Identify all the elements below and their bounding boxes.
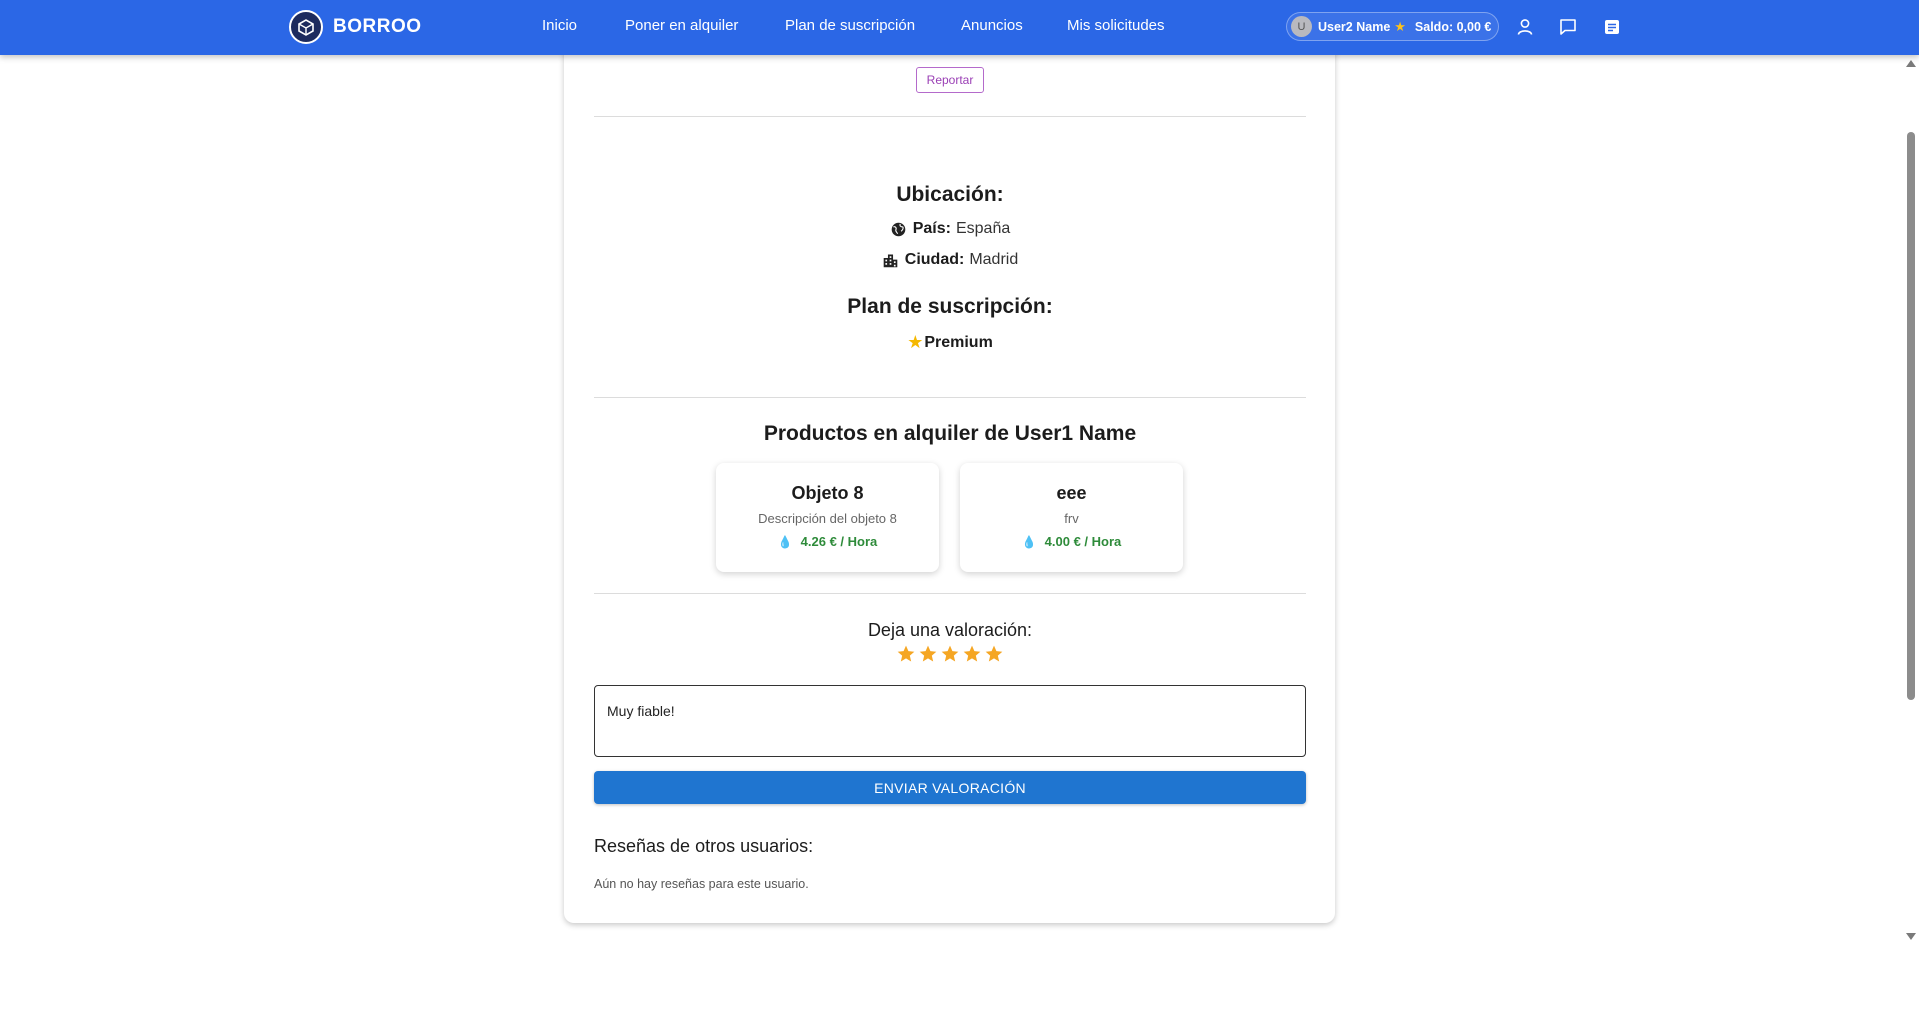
product-description: frv	[1064, 511, 1079, 526]
country-label: País:	[912, 220, 951, 237]
nav-plan-de-suscripcion[interactable]: Plan de suscripción	[785, 17, 915, 34]
star-rating[interactable]	[594, 644, 1306, 669]
nav-poner-en-alquiler[interactable]: Poner en alquiler	[625, 17, 738, 34]
product-price-row: 💧 4.00 € / Hora	[960, 534, 1183, 549]
price-drop-icon: 💧	[777, 534, 793, 549]
rating-heading: Deja una valoración:	[867, 620, 1033, 640]
review-comment-input[interactable]: Muy fiable!	[594, 685, 1306, 757]
country-row: País: España	[594, 220, 1306, 238]
product-price: 4.26 € / Hora	[800, 534, 878, 549]
city-value: Madrid	[969, 251, 1019, 268]
balance-text: Saldo: 0,00 €	[1414, 19, 1492, 34]
reviews-heading: Reseñas de otros usuarios:	[594, 836, 814, 856]
reviews-empty-text: Aún no hay reseñas para este usuario.	[594, 877, 809, 891]
divider	[594, 397, 1306, 398]
scroll-up-arrow-icon[interactable]	[1906, 60, 1916, 67]
chat-icon[interactable]	[1555, 14, 1581, 40]
product-card[interactable]: eee frv 💧 4.00 € / Hora	[960, 463, 1183, 572]
product-price-row: 💧 4.26 € / Hora	[716, 534, 939, 549]
products-heading: Productos en alquiler de User1 Name	[763, 422, 1137, 445]
subscription-heading: Plan de suscripción:	[847, 295, 1053, 318]
nav-mis-solicitudes[interactable]: Mis solicitudes	[1067, 17, 1165, 34]
product-card[interactable]: Objeto 8 Descripción del objeto 8 💧 4.26…	[716, 463, 939, 572]
globe-icon	[891, 222, 906, 236]
divider	[594, 593, 1306, 594]
star-icon[interactable]	[984, 644, 1004, 669]
scroll-down-arrow-icon[interactable]	[1906, 933, 1916, 940]
nav-anuncios[interactable]: Anuncios	[961, 17, 1023, 34]
price-drop-icon: 💧	[1021, 534, 1037, 549]
top-navbar: BORROO Inicio Poner en alquiler Plan de …	[0, 0, 1919, 55]
user-balance-pill[interactable]: U User2 Name ★ Saldo: 0,00 €	[1286, 12, 1499, 41]
star-icon[interactable]	[896, 644, 916, 669]
subscription-plan: Premium	[924, 333, 993, 351]
subscription-plan-row: ★ Premium	[594, 332, 1306, 353]
star-icon[interactable]	[918, 644, 938, 669]
country-value: España	[955, 220, 1011, 237]
star-icon[interactable]	[962, 644, 982, 669]
nav-inicio[interactable]: Inicio	[542, 17, 577, 34]
notes-icon[interactable]	[1599, 14, 1625, 40]
premium-star-icon: ★	[907, 332, 924, 352]
divider	[594, 116, 1306, 117]
city-row: Ciudad: Madrid	[594, 251, 1306, 269]
report-button[interactable]: Reportar	[916, 67, 984, 93]
star-icon[interactable]	[940, 644, 960, 669]
user-name: User2 Name	[1318, 19, 1391, 34]
logo-box-icon	[289, 10, 323, 44]
city-label: Ciudad:	[904, 251, 965, 268]
brand-logo[interactable]: BORROO	[289, 10, 422, 44]
product-price: 4.00 € / Hora	[1044, 534, 1122, 549]
premium-star-icon: ★	[1394, 18, 1406, 34]
product-name: Objeto 8	[791, 483, 864, 503]
submit-review-button[interactable]: ENVIAR VALORACIÓN	[594, 771, 1306, 804]
avatar: U	[1291, 16, 1312, 37]
user-icon[interactable]	[1512, 14, 1538, 40]
product-description: Descripción del objeto 8	[758, 511, 897, 526]
brand-name: BORROO	[333, 16, 422, 37]
product-name: eee	[1056, 483, 1087, 503]
location-heading: Ubicación:	[896, 183, 1004, 206]
city-buildings-icon	[883, 254, 898, 267]
scrollbar-thumb[interactable]	[1907, 132, 1915, 700]
